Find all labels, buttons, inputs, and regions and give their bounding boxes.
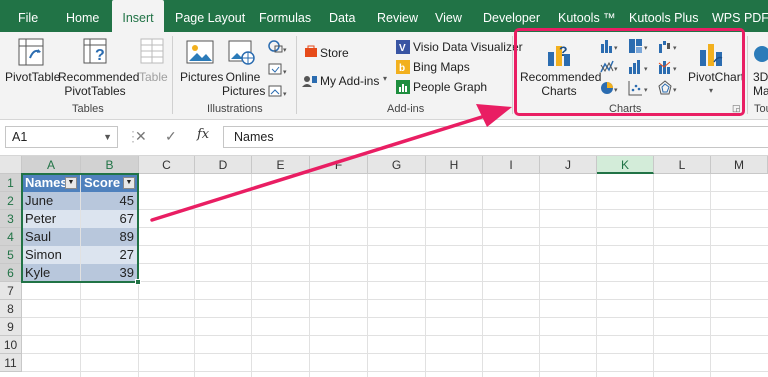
annotation-arrow [150,104,512,222]
